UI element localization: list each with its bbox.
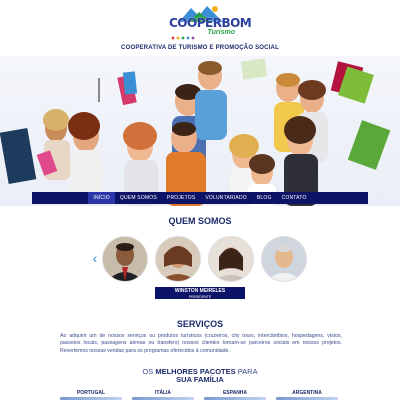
servicos-title: SERVIÇOS <box>176 319 224 329</box>
destination-label-argentina[interactable]: ARGENTINA <box>277 390 337 396</box>
pacotes-title-post: PARA <box>235 367 258 376</box>
team-member-avatar[interactable] <box>208 236 254 282</box>
nav-item-quem-somos[interactable]: QUEM SOMOS <box>115 192 162 204</box>
hero-students-illustration <box>0 58 391 206</box>
nav-item-contato[interactable]: CONTATO <box>277 192 312 204</box>
team-member-avatar[interactable] <box>155 236 201 282</box>
logo-dots-decoration <box>171 36 195 40</box>
servicos-description: Ao adquirir um de nossos serviços ou pro… <box>60 333 342 354</box>
cooperbom-logo[interactable]: COOPERBOM Turismo <box>165 4 252 44</box>
quem-somos-title: QUEM SOMOS <box>168 216 232 226</box>
site-header: COOPERBOM Turismo COOPERATIVA DE TURISMO… <box>0 0 400 56</box>
team-member-avatar[interactable] <box>102 236 148 282</box>
hero-banner <box>0 56 400 206</box>
member-role: PRESIDENTE <box>188 295 212 299</box>
featured-member-card: WINSTON MEIRELES PRESIDENTE <box>155 287 245 299</box>
member-name: WINSTON MEIRELES <box>174 288 226 294</box>
logo-subtitle: Turismo <box>207 29 236 36</box>
main-nav: INÍCIO QUEM SOMOS PROJETOS VOLUNTARIADO … <box>32 192 368 204</box>
site-tagline: COOPERATIVA DE TURISMO E PROMOÇÃO SOCIAL <box>121 45 279 51</box>
logo-wordmark: COOPERBOM <box>169 16 252 30</box>
destination-label-espanha[interactable]: ESPANHA <box>205 390 265 396</box>
nav-item-blog[interactable]: BLOG <box>252 192 277 204</box>
destination-label-portugal[interactable]: PORTUGAL <box>61 390 121 396</box>
team-member-avatar[interactable] <box>261 236 307 282</box>
destination-label-italia[interactable]: ITÁLIA <box>133 390 193 396</box>
nav-item-voluntariado[interactable]: VOLUNTARIADO <box>200 192 251 204</box>
pacotes-title-pre: OS <box>142 367 156 376</box>
nav-item-inicio[interactable]: INÍCIO <box>88 192 115 204</box>
pacotes-title-line2: SUA FAMÍLIA <box>176 375 224 384</box>
pacotes-title: OS MELHORES PACOTES PARA SUA FAMÍLIA <box>0 368 400 384</box>
carousel-prev-arrow-icon[interactable]: ‹ <box>90 250 100 266</box>
nav-item-projetos[interactable]: PROJETOS <box>162 192 200 204</box>
